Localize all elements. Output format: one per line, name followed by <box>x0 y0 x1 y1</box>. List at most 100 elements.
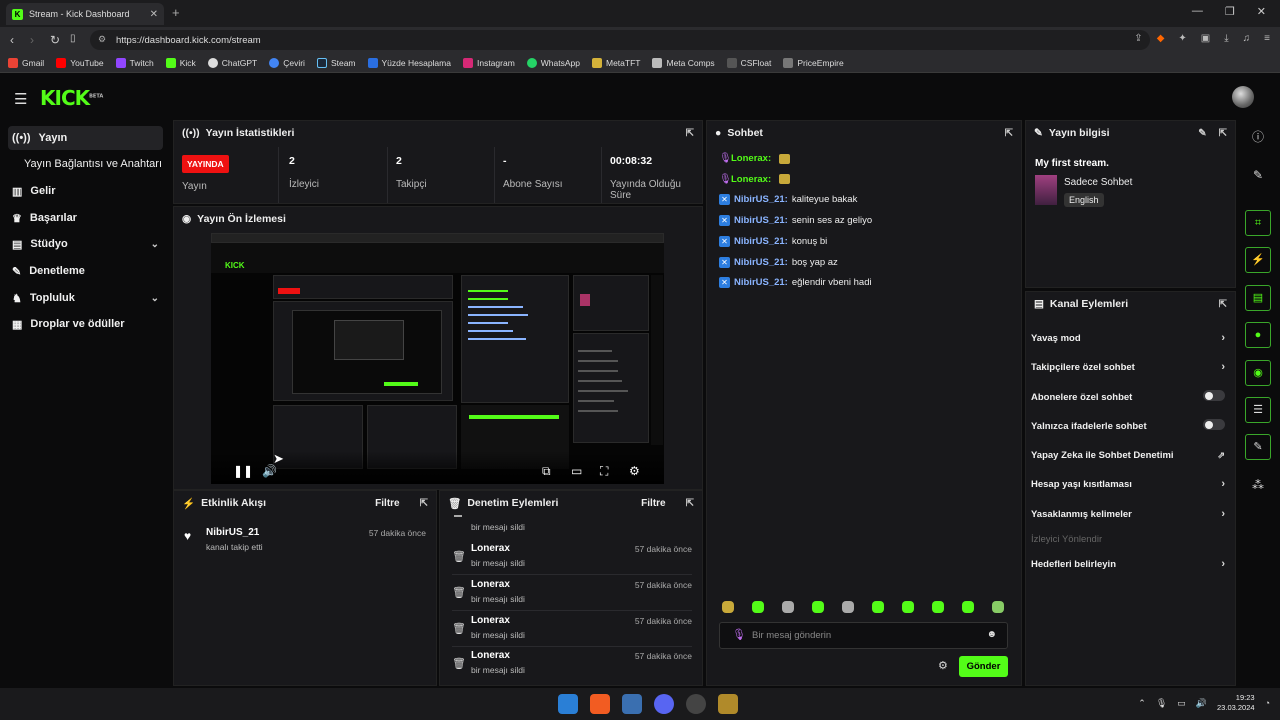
emote-icon[interactable] <box>992 601 1004 613</box>
sidebar-item-studyo[interactable]: ▤ Stüdyo ⌄ <box>8 232 163 256</box>
pause-icon[interactable]: ❚❚ <box>233 464 253 478</box>
filter-button[interactable]: Filtre <box>641 498 665 509</box>
extensions-icon[interactable]: ✦ <box>1178 33 1186 44</box>
bookmark-chatgpt[interactable]: ChatGPT <box>207 57 257 68</box>
bookmark-gmail[interactable]: Gmail <box>8 57 44 68</box>
fullscreen-icon[interactable]: ⛶ <box>600 464 608 479</box>
forward-icon[interactable]: › <box>30 33 34 47</box>
bookmark-icon[interactable]: ▯ <box>70 33 76 44</box>
action-account-age[interactable]: Hesap yaşı kısıtlaması › <box>1031 474 1225 494</box>
brave-shield-icon[interactable]: ◆ <box>1157 33 1165 44</box>
brave-browser-icon[interactable] <box>590 694 610 714</box>
theater-icon[interactable]: ▭ <box>571 464 582 478</box>
app-icon[interactable] <box>622 694 642 714</box>
bookmark-priceempire[interactable]: PriceEmpire <box>783 57 844 68</box>
reload-icon[interactable]: ↻ <box>50 33 60 47</box>
sidebar-item-denetleme[interactable]: ✎ Denetleme <box>8 259 163 283</box>
minimize-icon[interactable]: — <box>1192 5 1203 18</box>
action-banned-words[interactable]: Yasaklanmış kelimeler › <box>1031 504 1225 524</box>
app-icon[interactable] <box>718 694 738 714</box>
bookmark-youtube[interactable]: YouTube <box>56 57 104 68</box>
popout-icon[interactable]: ⇱ <box>686 498 694 509</box>
emote-icon[interactable] <box>812 601 824 613</box>
stream-preview-video[interactable]: KICK ❚❚ 🔊 ⧉ ▭ ⛶ ⚙ ➤ <box>211 233 664 484</box>
emote-icon[interactable] <box>962 601 974 613</box>
close-window-icon[interactable]: ✕ <box>1257 5 1266 18</box>
popout-icon[interactable]: ⇱ <box>686 128 694 139</box>
emote-icon[interactable] <box>722 601 734 613</box>
crop-icon[interactable]: ⌗ <box>1245 210 1271 236</box>
media-icon[interactable]: ♫ <box>1243 33 1251 44</box>
hamburger-menu-icon[interactable]: ☰ <box>14 90 27 108</box>
users-icon[interactable]: ⁂ <box>1245 472 1271 498</box>
bookmark-csfloat[interactable]: CSFloat <box>726 57 771 68</box>
info-icon[interactable]: ⓘ <box>1245 124 1271 150</box>
kick-logo[interactable]: KICKBETA <box>40 86 103 110</box>
tray-display-icon[interactable]: ▭ <box>1177 698 1186 709</box>
chat-bubble-icon[interactable]: ● <box>1245 322 1271 348</box>
bookmark-whatsapp[interactable]: WhatsApp <box>526 57 580 68</box>
sidebar-item-basarilar[interactable]: ♛ Başarılar <box>8 206 163 230</box>
action-followers-only[interactable]: Takipçilere özel sohbet › <box>1031 357 1225 377</box>
browser-tab[interactable]: K Stream - Kick Dashboard ✕ <box>6 3 164 25</box>
url-field[interactable]: ⚙ https://dashboard.kick.com/stream <box>90 30 1150 50</box>
sidebar-item-yayin[interactable]: ((•)) Yayın <box>8 126 163 150</box>
emoji-icon[interactable]: ☻ <box>986 629 997 640</box>
wrench-icon[interactable]: ✎ <box>1245 434 1271 460</box>
popout-icon[interactable]: ⇱ <box>1005 128 1013 139</box>
chat-username[interactable]: NibirUS_21: <box>734 257 788 268</box>
emote-icon[interactable] <box>932 601 944 613</box>
share-icon[interactable]: ⇪ <box>1134 33 1142 44</box>
close-tab-icon[interactable]: ✕ <box>150 9 158 20</box>
action-ai-moderation[interactable]: Yapay Zeka ile Sohbet Denetimi ⇗ <box>1031 445 1225 465</box>
site-info-icon[interactable]: ⚙ <box>98 34 106 45</box>
bookmark-yuzde[interactable]: Yüzde Hesaplama <box>367 57 451 68</box>
sidebar-item-droplar[interactable]: ▦ Droplar ve ödüller <box>8 312 163 336</box>
bookmark-twitch[interactable]: Twitch <box>115 57 154 68</box>
emote-icon[interactable] <box>752 601 764 613</box>
sidebar-item-gelir[interactable]: ▥ Gelir <box>8 179 163 203</box>
notifications-icon[interactable]: ◔ <box>1265 698 1270 708</box>
bookmark-metatft[interactable]: MetaTFT <box>592 57 640 68</box>
system-clock[interactable]: 19:23 23.03.2024 <box>1217 693 1255 713</box>
broadcast-icon[interactable]: ◉ <box>1245 360 1271 386</box>
chat-username[interactable]: NibirUS_21: <box>734 236 788 247</box>
new-tab-icon[interactable]: + <box>172 5 180 20</box>
settings-gear-icon[interactable]: ⚙ <box>629 464 640 478</box>
chat-username[interactable]: Lonerax: <box>731 174 771 185</box>
menu-icon[interactable]: ≡ <box>1264 33 1270 44</box>
chat-username[interactable]: NibirUS_21: <box>734 215 788 226</box>
bookmark-steam[interactable]: Steam <box>316 57 356 68</box>
bookmark-instagram[interactable]: Instagram <box>462 57 515 68</box>
emote-only-toggle[interactable] <box>1203 419 1225 433</box>
emote-icon[interactable] <box>872 601 884 613</box>
edit-pencil-icon[interactable]: ✎ <box>1245 162 1271 188</box>
sidebar-item-stream-key[interactable]: Yayın Bağlantısı ve Anahtarı <box>20 152 175 176</box>
pip-icon[interactable]: ⧉ <box>542 464 551 479</box>
action-set-goals[interactable]: Hedefleri belirleyin › <box>1031 554 1225 574</box>
emote-icon[interactable] <box>842 601 854 613</box>
bookmark-kick[interactable]: Kick <box>165 57 196 68</box>
emote-icon[interactable] <box>902 601 914 613</box>
edit-pencil-icon[interactable]: ✎ <box>1198 128 1206 139</box>
maximize-icon[interactable]: ❐ <box>1225 5 1235 18</box>
list-icon[interactable]: ☰ <box>1245 397 1271 423</box>
tray-chevron-icon[interactable]: ⌃ <box>1138 698 1146 709</box>
popout-icon[interactable]: ⇱ <box>1219 128 1227 139</box>
bookmark-metacomps[interactable]: Meta Comps <box>652 57 715 68</box>
download-icon[interactable]: ⤓ <box>1224 33 1228 44</box>
sidebar-toggle-icon[interactable]: ▣ <box>1201 33 1210 44</box>
chat-username[interactable]: Lonerax: <box>731 153 771 164</box>
popout-icon[interactable]: ⇱ <box>1219 299 1227 310</box>
sidebar-item-topluluk[interactable]: ♞ Topluluk ⌄ <box>8 286 163 310</box>
action-slow-mode[interactable]: Yavaş mod › <box>1031 328 1225 348</box>
send-button[interactable]: Gönder <box>959 656 1008 677</box>
chat-username[interactable]: NibirUS_21: <box>734 194 788 205</box>
user-avatar[interactable] <box>1232 86 1254 108</box>
bookmark-ceviri[interactable]: Çeviri <box>269 57 305 68</box>
subscribers-only-toggle[interactable] <box>1203 390 1225 404</box>
discord-icon[interactable] <box>654 694 674 714</box>
lightning-icon[interactable]: ⚡ <box>1245 247 1271 273</box>
back-icon[interactable]: ‹ <box>10 33 14 47</box>
tray-volume-icon[interactable]: 🔊 <box>1196 698 1207 709</box>
